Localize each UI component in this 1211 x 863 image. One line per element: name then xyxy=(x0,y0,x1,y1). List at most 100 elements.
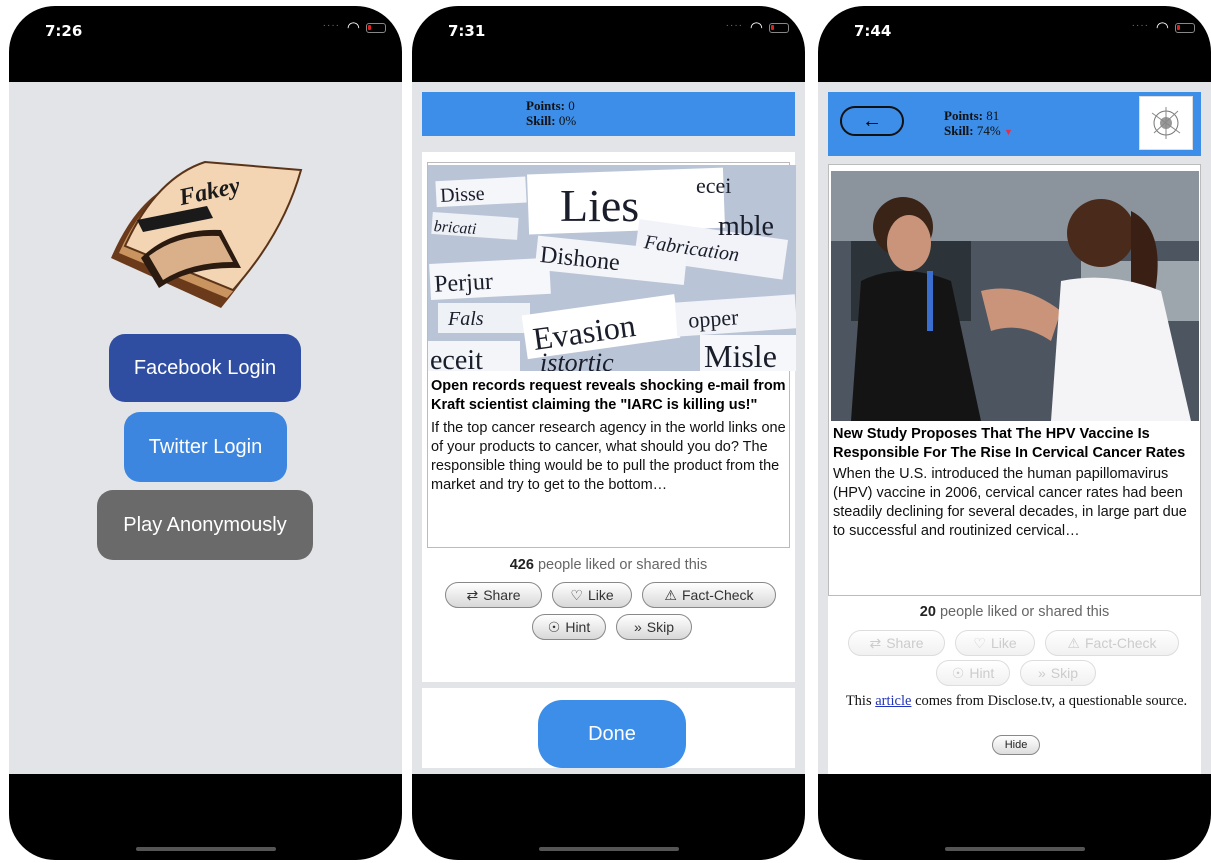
battery-icon xyxy=(1175,23,1195,33)
avatar-image xyxy=(1151,107,1181,139)
feedback-screen: ← Points: 81 Skill: 74% ▼ New Study Prop… xyxy=(818,82,1211,774)
score-stats: Points: 81 Skill: 74% ▼ xyxy=(944,108,1013,140)
phone-game-screen: 7:31 ···· ◠ Points: 0 Skill: 0% Disse Li… xyxy=(412,6,805,860)
article-image: Disse Lies bricati Dishone Fabrication P… xyxy=(428,165,796,371)
article-headline: New Study Proposes That The HPV Vaccine … xyxy=(833,426,1186,461)
fakey-logo: Fakey xyxy=(111,160,303,308)
source-note: This article comes from Disclose.tv, a q… xyxy=(836,692,1197,711)
avatar[interactable] xyxy=(1139,96,1193,150)
clock: 7:26 xyxy=(45,22,83,40)
back-button[interactable]: ← xyxy=(840,106,904,136)
hint-label: Hint xyxy=(969,665,995,681)
score-bar: Points: 0 Skill: 0% xyxy=(422,92,795,136)
svg-text:istortic: istortic xyxy=(540,348,614,371)
play-anonymously-button[interactable]: Play Anonymously xyxy=(97,490,313,560)
retweet-icon: ⇄ xyxy=(466,586,479,603)
phone-feedback-screen: 7:44 ···· ◠ ← Points: 81 Skill: 74% ▼ Ne… xyxy=(818,6,1211,860)
twitter-login-button[interactable]: Twitter Login xyxy=(124,412,287,482)
fact-check-button[interactable]: ⚠ Fact-Check xyxy=(642,582,776,608)
double-chevron-icon: » xyxy=(1037,665,1046,681)
skill-value: 74% xyxy=(976,123,1001,138)
article-link[interactable]: article xyxy=(875,693,911,709)
svg-text:opper: opper xyxy=(687,304,739,332)
home-indicator xyxy=(135,847,276,851)
heart-icon: ♡ xyxy=(570,586,583,603)
article[interactable]: New Study Proposes That The HPV Vaccine … xyxy=(828,164,1201,596)
fact-check-label: Fact-Check xyxy=(1084,635,1157,651)
article-card: Disse Lies bricati Dishone Fabrication P… xyxy=(422,152,796,682)
lightbulb-icon: ☉ xyxy=(547,618,561,635)
article-description: When the U.S. introduced the human papil… xyxy=(833,466,1187,539)
svg-text:bricati: bricati xyxy=(433,218,477,238)
skill-value: 0% xyxy=(558,113,577,128)
wifi-icon: ◠ xyxy=(749,19,763,36)
share-button[interactable]: ⇄ Share xyxy=(848,630,945,656)
share-button[interactable]: ⇄ Share xyxy=(445,582,542,608)
article-description: If the top cancer research agency in the… xyxy=(431,420,786,493)
signal-icon: ···· xyxy=(725,20,743,31)
clock: 7:44 xyxy=(854,22,892,40)
warning-icon: ⚠ xyxy=(1067,634,1080,651)
lies-word: Lies xyxy=(560,180,639,231)
points-label: Points: xyxy=(526,98,565,113)
hide-button[interactable]: Hide xyxy=(992,735,1040,755)
svg-text:Perjur: Perjur xyxy=(434,269,494,298)
likes-text: people liked or shared this xyxy=(939,604,1110,620)
svg-text:Fals: Fals xyxy=(447,308,484,330)
like-label: Like xyxy=(587,587,614,603)
skill-label: Skill: xyxy=(944,123,974,138)
like-button[interactable]: ♡ Like xyxy=(552,582,632,608)
skip-label: Skip xyxy=(646,619,675,635)
article-card: New Study Proposes That The HPV Vaccine … xyxy=(828,164,1201,774)
likes-count: 426 xyxy=(509,557,534,573)
likes-text: people liked or shared this xyxy=(537,557,708,573)
done-button[interactable]: Done xyxy=(538,700,686,768)
svg-text:mble: mble xyxy=(718,211,774,242)
warning-icon: ⚠ xyxy=(664,586,677,603)
heart-icon: ♡ xyxy=(973,634,986,651)
battery-icon xyxy=(366,23,386,33)
phone-login-screen: 7:26 ···· ◠ Fakey Facebook Login Twitter… xyxy=(9,6,402,860)
login-screen: Fakey Facebook Login Twitter Login Play … xyxy=(9,82,402,774)
game-screen: Points: 0 Skill: 0% Disse Lies bricati D… xyxy=(412,82,805,774)
wifi-icon: ◠ xyxy=(346,19,360,36)
wifi-icon: ◠ xyxy=(1155,19,1169,36)
battery-icon xyxy=(769,23,789,33)
skip-button[interactable]: » Skip xyxy=(616,614,692,640)
score-stats: Points: 0 Skill: 0% xyxy=(526,98,576,128)
article[interactable]: Disse Lies bricati Dishone Fabrication P… xyxy=(427,162,796,548)
source-prefix: This xyxy=(845,693,872,709)
likes-line: 426 people liked or shared this xyxy=(422,557,795,573)
points-value: 0 xyxy=(568,98,575,113)
likes-line: 20 people liked or shared this xyxy=(828,604,1201,620)
status-bar: 7:44 ···· ◠ xyxy=(818,6,1211,82)
source-suffix: comes from Disclose.tv, a questionable s… xyxy=(915,693,1188,709)
retweet-icon: ⇄ xyxy=(869,634,882,651)
signal-icon: ···· xyxy=(1131,20,1149,31)
home-indicator xyxy=(944,847,1085,851)
fact-check-button[interactable]: ⚠ Fact-Check xyxy=(1045,630,1179,656)
share-label: Share xyxy=(483,587,521,603)
facebook-login-button[interactable]: Facebook Login xyxy=(109,334,301,402)
score-bar: ← Points: 81 Skill: 74% ▼ xyxy=(828,92,1201,156)
skip-button[interactable]: » Skip xyxy=(1020,660,1096,686)
home-indicator xyxy=(538,847,679,851)
svg-text:ecei: ecei xyxy=(696,173,731,198)
svg-text:Disse: Disse xyxy=(440,183,486,207)
double-chevron-icon: » xyxy=(633,619,642,635)
like-label: Like xyxy=(990,635,1017,651)
fact-check-label: Fact-Check xyxy=(681,587,754,603)
points-label: Points: xyxy=(944,108,983,123)
hint-button[interactable]: ☉ Hint xyxy=(532,614,606,640)
clock: 7:31 xyxy=(448,22,486,40)
share-label: Share xyxy=(886,635,924,651)
hint-label: Hint xyxy=(565,619,591,635)
article-headline: Open records request reveals shocking e-… xyxy=(431,378,786,413)
likes-count: 20 xyxy=(919,604,936,620)
status-bar: 7:31 ···· ◠ xyxy=(412,6,805,82)
skip-label: Skip xyxy=(1050,665,1079,681)
svg-text:eceit: eceit xyxy=(430,345,483,371)
signal-icon: ···· xyxy=(322,20,340,31)
like-button[interactable]: ♡ Like xyxy=(955,630,1035,656)
hint-button[interactable]: ☉ Hint xyxy=(936,660,1010,686)
